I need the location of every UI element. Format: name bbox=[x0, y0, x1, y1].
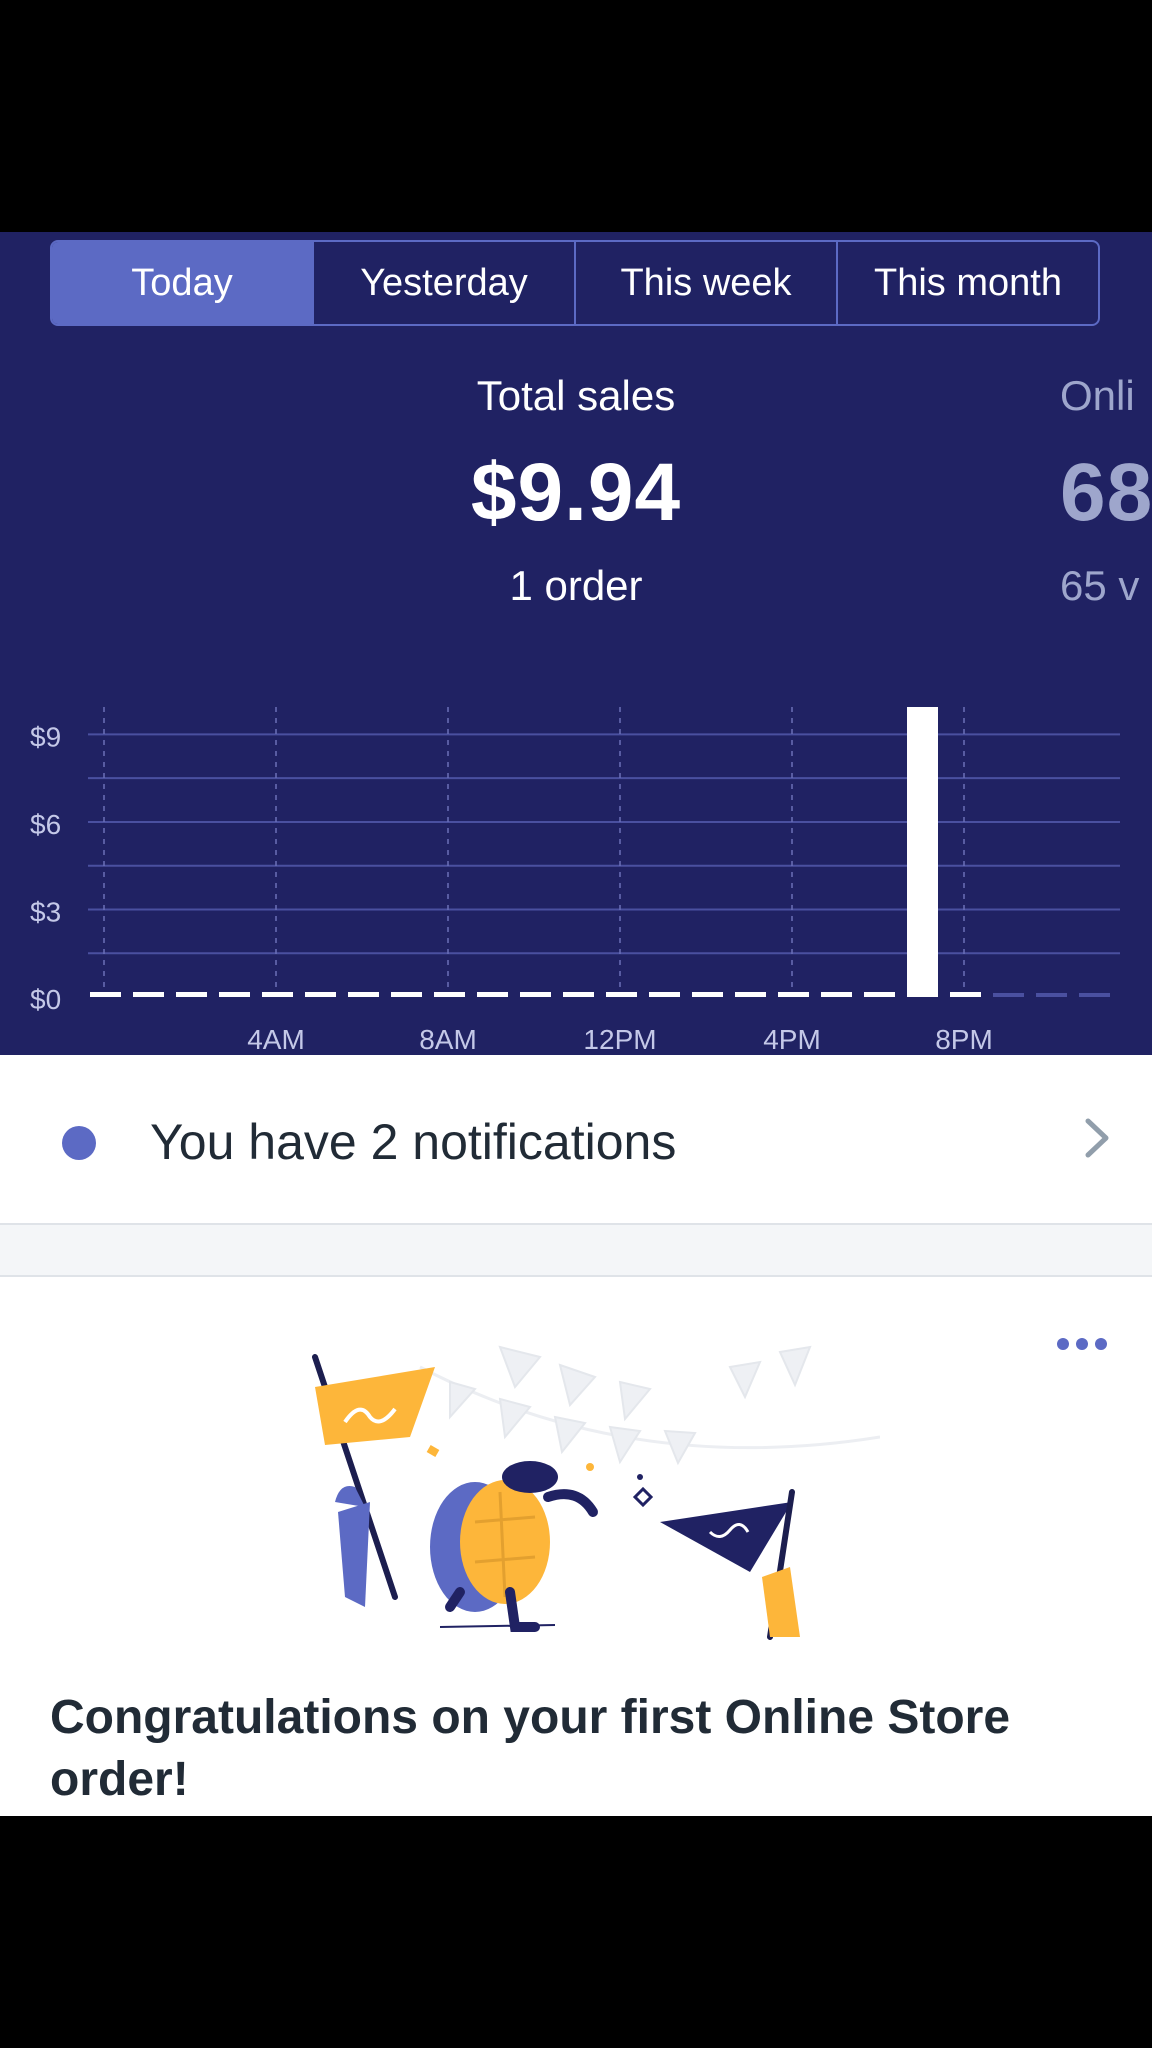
x-tick-label: 8AM bbox=[419, 1024, 477, 1052]
chart-bar-future bbox=[1079, 993, 1110, 997]
chart-bar-future bbox=[1036, 993, 1067, 997]
tab-this-month[interactable]: This month bbox=[836, 242, 1098, 324]
x-tick-label: 12PM bbox=[583, 1024, 656, 1052]
date-range-selector: Today Yesterday This week This month bbox=[50, 240, 1100, 326]
x-axis-labels: 4AM 8AM 12PM 4PM 8PM bbox=[247, 1024, 993, 1052]
y-tick-label: $0 bbox=[30, 984, 61, 1015]
chart-bar bbox=[391, 992, 422, 997]
total-sales-metric[interactable]: Total sales $9.94 1 order bbox=[376, 372, 776, 610]
celebration-illustration bbox=[312, 1345, 880, 1640]
y-tick-label: $9 bbox=[30, 721, 61, 752]
chart-bar bbox=[348, 992, 379, 997]
chart-bar bbox=[907, 707, 938, 997]
online-sessions-value: 68 bbox=[1060, 447, 1152, 538]
online-visitors: 65 v bbox=[1060, 562, 1140, 609]
chart-bar bbox=[176, 992, 207, 997]
notifications-row[interactable]: You have 2 notifications bbox=[0, 1055, 1152, 1225]
x-tick-label: 8PM bbox=[935, 1024, 993, 1052]
chart-bar bbox=[821, 992, 852, 997]
y-tick-label: $3 bbox=[30, 896, 61, 927]
y-axis-labels: $9 $6 $3 $0 bbox=[30, 721, 61, 1015]
chart-bar bbox=[778, 992, 809, 997]
chart-bar bbox=[262, 992, 293, 997]
chart-bar bbox=[434, 992, 465, 997]
total-sales-label: Total sales bbox=[476, 372, 676, 419]
online-sessions-metric[interactable]: Onli 68 65 v bbox=[1060, 372, 1152, 610]
chart-bar bbox=[477, 992, 508, 997]
x-tick-label: 4PM bbox=[763, 1024, 821, 1052]
chart-bar bbox=[133, 992, 164, 997]
online-sessions-label: Onli bbox=[1060, 372, 1135, 419]
chart-bar bbox=[305, 992, 336, 997]
chart-bar bbox=[735, 992, 766, 997]
chart-bar bbox=[563, 992, 594, 997]
tab-yesterday[interactable]: Yesterday bbox=[312, 242, 574, 324]
tab-this-week[interactable]: This week bbox=[574, 242, 836, 324]
total-sales-value: $9.94 bbox=[470, 447, 682, 538]
chart-bar bbox=[692, 992, 723, 997]
unread-dot-icon bbox=[62, 1126, 96, 1160]
chart-grid bbox=[88, 707, 1120, 997]
chart-bar bbox=[950, 992, 981, 997]
card-title: Congratulations on your first Online Sto… bbox=[50, 1691, 1011, 1807]
y-tick-label: $6 bbox=[30, 809, 61, 840]
order-count: 1 order bbox=[509, 562, 643, 609]
chart-bar bbox=[606, 992, 637, 997]
more-options-icon[interactable] bbox=[1056, 1337, 1108, 1351]
chart-bar bbox=[90, 992, 121, 997]
chart-bar bbox=[649, 992, 680, 997]
sales-chart: $9 $6 $3 $0 4AM 8AM 12PM 4PM 8PM bbox=[30, 707, 1120, 1052]
notifications-text: You have 2 notifications bbox=[150, 1114, 677, 1170]
screen: Today Yesterday This week This month Tot… bbox=[0, 232, 1152, 1816]
chart-bar bbox=[864, 992, 895, 997]
x-tick-label: 4AM bbox=[247, 1024, 305, 1052]
dashboard-header: Today Yesterday This week This month Tot… bbox=[0, 232, 1152, 1055]
chart-bar bbox=[219, 992, 250, 997]
chart-bar-future bbox=[993, 993, 1024, 997]
first-order-card: Congratulations on your first Online Sto… bbox=[0, 1275, 1152, 1816]
chart-bar bbox=[520, 992, 551, 997]
chevron-right-icon bbox=[1085, 1118, 1109, 1158]
tab-today[interactable]: Today bbox=[52, 242, 312, 324]
